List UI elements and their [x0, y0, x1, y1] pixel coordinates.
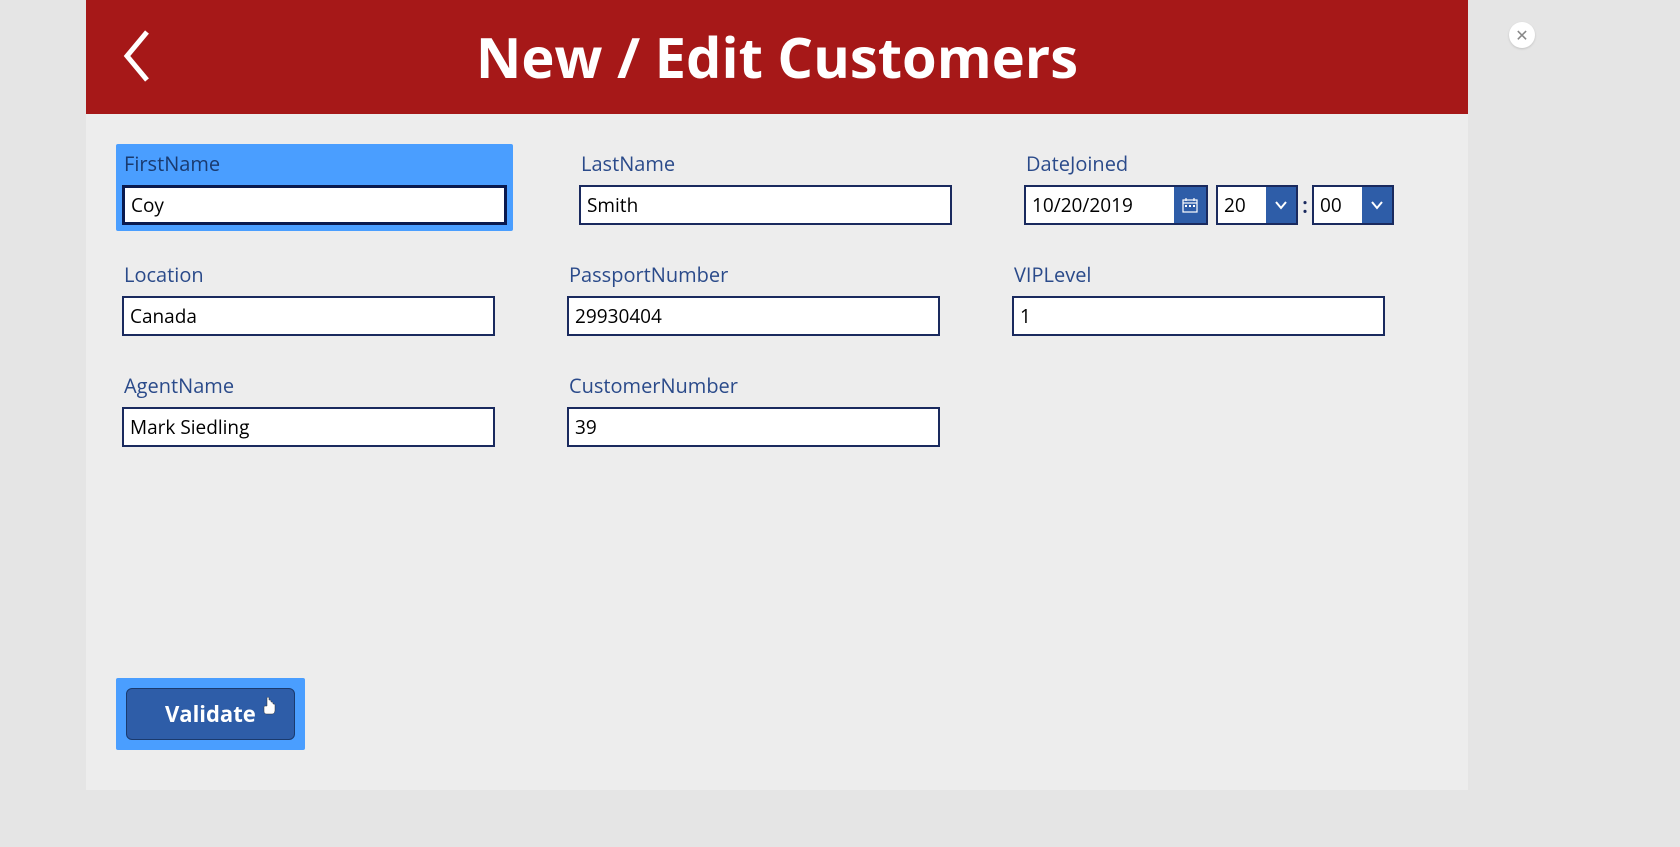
form-area: FirstName LastName DateJoined: [86, 114, 1468, 497]
location-input[interactable]: [122, 296, 495, 336]
date-input-wrap: [1024, 185, 1208, 225]
page-title: New / Edit Customers: [86, 19, 1468, 95]
form-row-1: FirstName LastName DateJoined: [116, 144, 1438, 231]
cursor-pointer-icon: [262, 697, 276, 721]
field-last-name: LastName: [573, 144, 958, 231]
customer-number-input[interactable]: [567, 407, 940, 447]
minute-dropdown-button[interactable]: [1362, 187, 1392, 223]
date-input[interactable]: [1026, 187, 1174, 223]
last-name-label: LastName: [579, 150, 952, 177]
field-date-joined: DateJoined: [1018, 144, 1403, 231]
hour-dropdown-button[interactable]: [1266, 187, 1296, 223]
field-passport-number: PassportNumber: [561, 255, 946, 342]
first-name-label: FirstName: [122, 150, 507, 177]
vip-level-label: VIPLevel: [1012, 261, 1385, 288]
vip-level-input[interactable]: [1012, 296, 1385, 336]
chevron-down-icon: [1370, 200, 1384, 210]
location-label: Location: [122, 261, 495, 288]
validate-highlight: Validate: [116, 678, 305, 750]
date-time-row: :: [1024, 185, 1397, 225]
passport-number-input[interactable]: [567, 296, 940, 336]
validate-button[interactable]: Validate: [126, 688, 295, 740]
minute-value[interactable]: [1314, 187, 1362, 223]
agent-name-label: AgentName: [122, 372, 495, 399]
date-joined-label: DateJoined: [1024, 150, 1397, 177]
chevron-down-icon: [1274, 200, 1288, 210]
close-button[interactable]: ✕: [1509, 22, 1535, 48]
close-icon: ✕: [1515, 24, 1528, 46]
back-button[interactable]: [118, 24, 156, 88]
field-customer-number: CustomerNumber: [561, 366, 946, 453]
minute-dropdown[interactable]: [1312, 185, 1394, 225]
agent-name-input[interactable]: [122, 407, 495, 447]
field-location: Location: [116, 255, 501, 342]
passport-number-label: PassportNumber: [567, 261, 940, 288]
header-bar: New / Edit Customers: [86, 0, 1468, 114]
app-container: New / Edit Customers FirstName LastName …: [86, 0, 1468, 790]
chevron-left-icon: [121, 28, 153, 84]
form-row-3: AgentName CustomerNumber: [116, 366, 1438, 453]
form-row-2: Location PassportNumber VIPLevel: [116, 255, 1438, 342]
validate-button-label: Validate: [165, 699, 256, 729]
footer: Validate: [116, 678, 305, 750]
field-first-name: FirstName: [116, 144, 513, 231]
field-agent-name: AgentName: [116, 366, 501, 453]
hour-dropdown[interactable]: [1216, 185, 1298, 225]
customer-number-label: CustomerNumber: [567, 372, 940, 399]
last-name-input[interactable]: [579, 185, 952, 225]
first-name-input[interactable]: [122, 185, 507, 225]
calendar-icon: [1182, 197, 1198, 213]
calendar-button[interactable]: [1174, 187, 1206, 223]
time-separator: :: [1302, 190, 1308, 220]
hour-value[interactable]: [1218, 187, 1266, 223]
field-vip-level: VIPLevel: [1006, 255, 1391, 342]
